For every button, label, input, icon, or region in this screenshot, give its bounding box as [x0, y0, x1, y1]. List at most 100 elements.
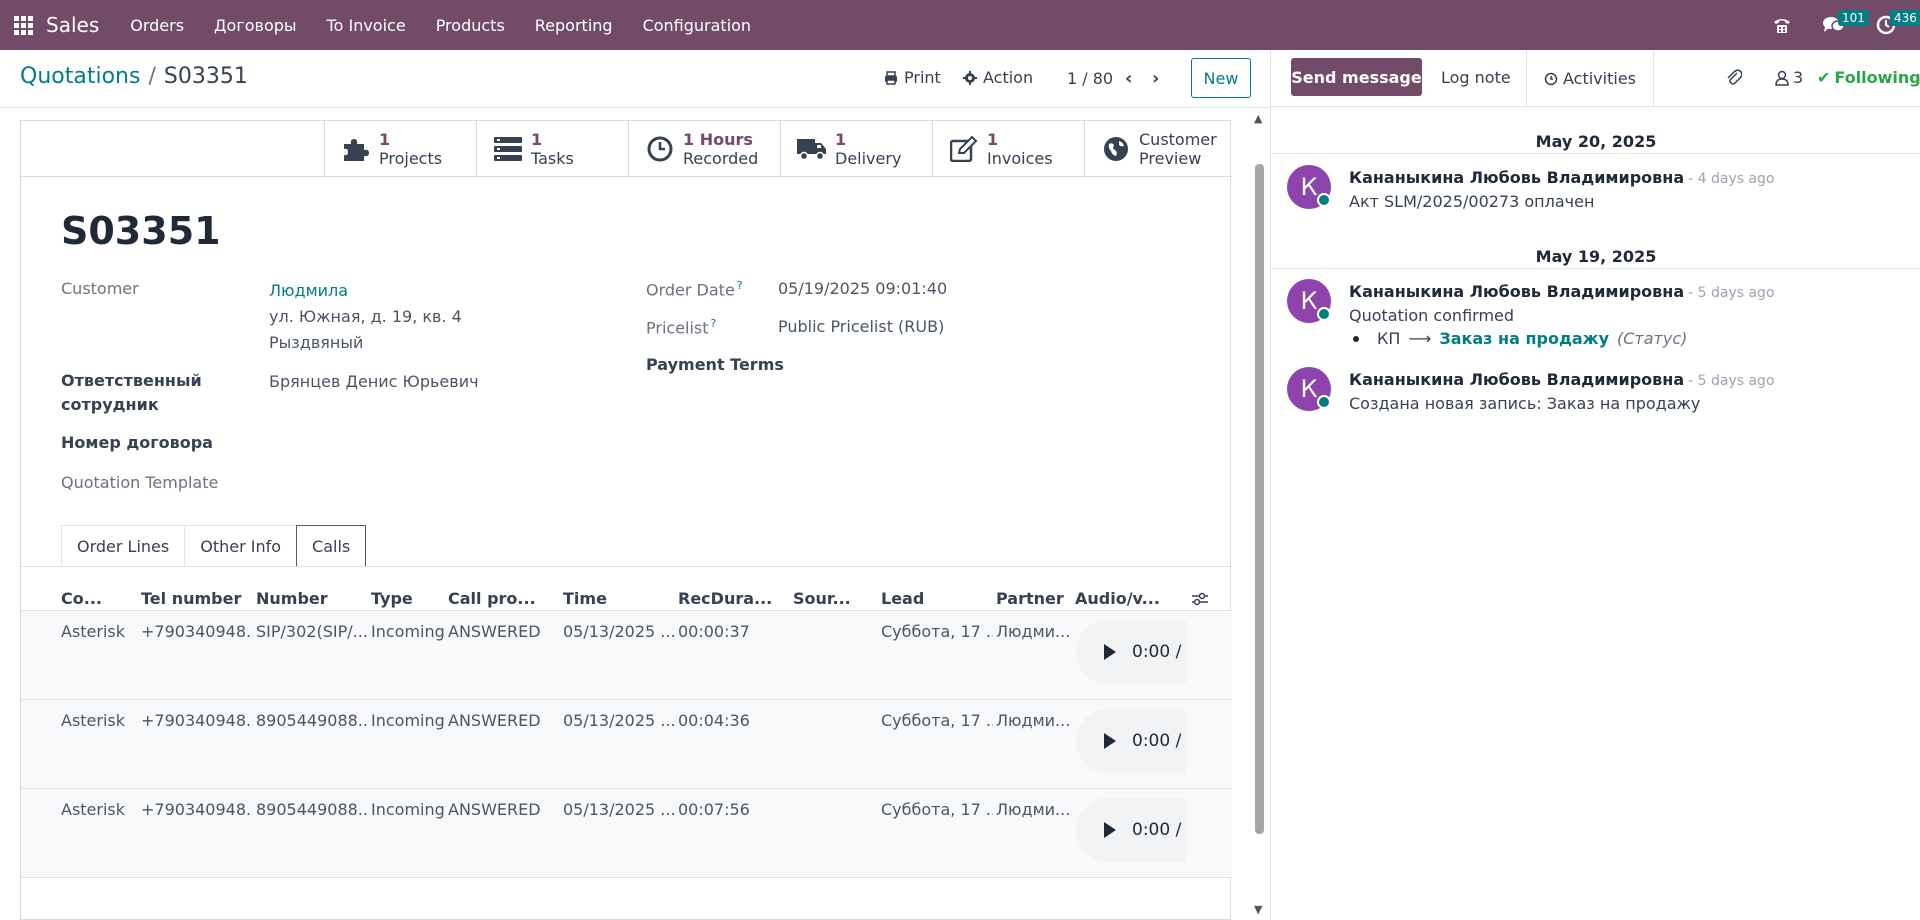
new-button[interactable]: New — [1191, 58, 1251, 98]
hours-smart-button[interactable]: 1 Hours Recorded — [628, 121, 780, 177]
app-name[interactable]: Sales — [46, 13, 99, 37]
print-button[interactable]: Print — [884, 68, 941, 87]
customer-preview-line1: Customer — [1139, 130, 1217, 149]
pricelist-help-icon[interactable]: ? — [711, 317, 717, 330]
attachment-icon[interactable] — [1726, 68, 1742, 86]
cell-time: 05/13/2025 ... — [563, 622, 675, 641]
customer-link[interactable]: Людмила — [269, 281, 348, 300]
cell-time: 05/13/2025 ... — [563, 800, 675, 819]
delivery-smart-button[interactable]: 1 Delivery — [780, 121, 932, 177]
clock-outline-icon — [1544, 72, 1558, 85]
cell-tel-number: +790340948... — [141, 622, 253, 641]
col-header-lead[interactable]: Lead — [881, 589, 924, 608]
message-date: - 5 days ago — [1688, 373, 1775, 389]
col-header-call-progress[interactable]: Call pro... — [448, 589, 536, 608]
pricelist-field[interactable]: Public Pricelist (RUB) — [778, 317, 944, 336]
pager-value[interactable]: 1 / 80 — [1067, 69, 1113, 88]
contract-number-label: Номер договора — [61, 433, 213, 452]
notebook-tabs: Order Lines Other Info Calls — [61, 525, 367, 567]
col-header-source[interactable]: Sour... — [793, 589, 851, 608]
online-status-icon — [1317, 193, 1331, 207]
followers-button[interactable]: 3 — [1775, 68, 1803, 87]
cell-company: Asterisk — [61, 800, 126, 819]
cell-lead: Суббота, 17 ... — [881, 622, 993, 641]
message-date: - 5 days ago — [1688, 285, 1775, 301]
message-body: Акт SLM/2025/00273 оплачен — [1349, 192, 1595, 211]
tab-order-lines[interactable]: Order Lines — [61, 525, 186, 566]
optional-columns-icon[interactable] — [1191, 591, 1209, 611]
responsible-field[interactable]: Брянцев Денис Юрьевич — [269, 372, 479, 391]
record-title: S03351 — [61, 209, 221, 253]
col-header-number[interactable]: Number — [256, 589, 328, 608]
order-date-help-icon[interactable]: ? — [737, 279, 743, 292]
invoices-label: Invoices — [987, 149, 1053, 168]
hours-value: 1 Hours — [683, 130, 753, 149]
tracking-field-name: (Статус) — [1617, 329, 1688, 348]
play-icon[interactable] — [1104, 644, 1116, 660]
cell-rec-duration: 00:00:37 — [678, 622, 750, 641]
top-navbar: Sales Orders Договоры To Invoice Product… — [0, 0, 1920, 50]
chatter-message: К Кананыкина Любовь Владимировна - 5 days… — [1287, 279, 1907, 349]
scroll-down-icon[interactable]: ▼ — [1254, 903, 1262, 916]
cell-number: SIP/302(SIP/... — [256, 622, 368, 641]
col-header-company[interactable]: Co... — [61, 589, 102, 608]
menu-orders[interactable]: Orders — [115, 0, 199, 50]
customer-preview-smart-button[interactable]: Customer Preview — [1084, 121, 1232, 177]
audio-player[interactable]: 0:00 / 4 — [1076, 709, 1186, 773]
activities-badge: 436 — [1890, 10, 1920, 26]
log-note-button[interactable]: Log note — [1441, 68, 1511, 87]
col-header-audio[interactable]: Audio/v... — [1075, 589, 1160, 608]
send-message-button[interactable]: Send message — [1291, 58, 1422, 96]
delivery-label: Delivery — [835, 149, 902, 168]
table-row[interactable]: Asterisk +790340948... 8905449088... Inc… — [21, 700, 1232, 789]
audio-time: 0:00 / 7 — [1132, 820, 1186, 840]
col-header-rec-duration[interactable]: RecDura... — [678, 589, 772, 608]
form-scrollbar[interactable]: ▲ ▼ — [1253, 108, 1267, 920]
messages-icon[interactable]: 101 — [1816, 0, 1869, 50]
tab-calls[interactable]: Calls — [296, 525, 367, 567]
chatter-message: К Кананыкина Любовь Владимировна - 5 days… — [1287, 367, 1907, 417]
table-row[interactable]: Asterisk +790340948... SIP/302(SIP/... I… — [21, 611, 1232, 700]
tasks-label: Tasks — [531, 149, 574, 168]
audio-player[interactable]: 0:00 / 0 — [1076, 620, 1186, 684]
projects-count: 1 — [379, 130, 391, 149]
date-separator-line — [1271, 268, 1920, 269]
apps-menu-icon[interactable] — [0, 0, 46, 50]
projects-smart-button[interactable]: 1 Projects — [324, 121, 476, 177]
message-author: Кананыкина Любовь Владимировна - 5 days a… — [1349, 370, 1775, 389]
tasks-smart-button[interactable]: 1 Tasks — [476, 121, 628, 177]
col-header-tel-number[interactable]: Tel number — [141, 589, 241, 608]
pager-next-icon[interactable]: › — [1152, 68, 1159, 89]
action-button[interactable]: Action — [963, 68, 1033, 87]
audio-player[interactable]: 0:00 / 7 — [1076, 798, 1186, 862]
phone-icon[interactable] — [1764, 0, 1800, 50]
menu-to-invoice[interactable]: To Invoice — [312, 0, 421, 50]
tab-other-info[interactable]: Other Info — [184, 525, 298, 566]
menu-configuration[interactable]: Configuration — [628, 0, 767, 50]
control-panel: Quotations / S03351 Print Action 1 / 80 ‹ … — [0, 50, 1270, 108]
play-icon[interactable] — [1104, 822, 1116, 838]
scrollbar-thumb[interactable] — [1255, 164, 1264, 834]
activities-label: Activities — [1563, 69, 1636, 88]
menu-products[interactable]: Products — [421, 0, 520, 50]
following-button[interactable]: ✔ Following — [1817, 68, 1920, 87]
edit-icon — [949, 134, 979, 164]
col-header-partner[interactable]: Partner — [996, 589, 1064, 608]
pager-prev-icon[interactable]: ‹ — [1125, 68, 1132, 89]
play-icon[interactable] — [1104, 733, 1116, 749]
menu-contracts[interactable]: Договоры — [199, 0, 312, 50]
invoices-smart-button[interactable]: 1 Invoices — [932, 121, 1084, 177]
activities-button[interactable]: Activities — [1526, 50, 1654, 107]
order-date-field[interactable]: 05/19/2025 09:01:40 — [778, 279, 947, 298]
messages-badge: 101 — [1838, 10, 1869, 26]
hours-label: Recorded — [683, 149, 759, 168]
followers-count: 3 — [1793, 68, 1804, 87]
menu-reporting[interactable]: Reporting — [520, 0, 628, 50]
table-row[interactable]: Asterisk +790340948... 8905449088... Inc… — [21, 789, 1232, 878]
activities-icon[interactable]: 436 — [1868, 0, 1920, 50]
scroll-up-icon[interactable]: ▲ — [1254, 112, 1262, 125]
col-header-type[interactable]: Type — [371, 589, 413, 608]
gear-icon — [963, 70, 977, 85]
col-header-time[interactable]: Time — [563, 589, 607, 608]
breadcrumb-quotations[interactable]: Quotations — [20, 64, 140, 89]
